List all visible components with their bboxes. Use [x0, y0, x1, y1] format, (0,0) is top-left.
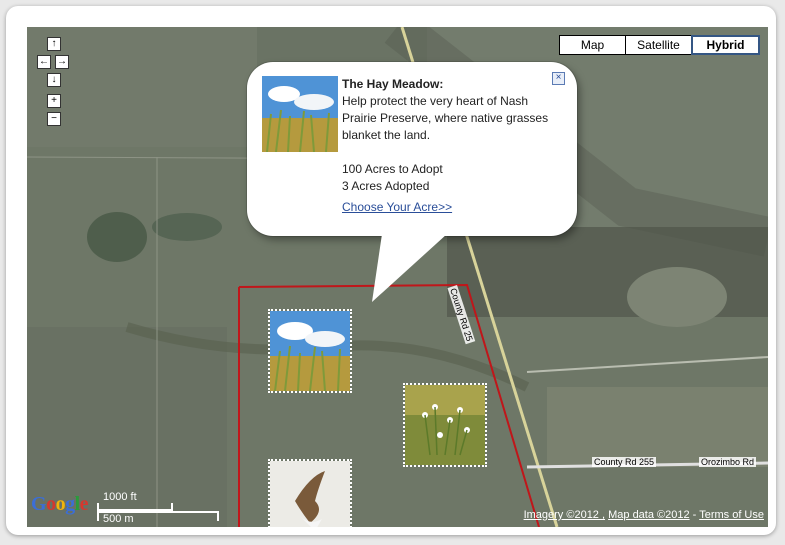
- choose-acre-link[interactable]: Choose Your Acre>>: [342, 199, 562, 216]
- copyright-notice: Imagery ©2012 , Map data ©2012 - Terms o…: [524, 509, 764, 521]
- marker-wildflower[interactable]: [403, 383, 487, 467]
- pan-down-button[interactable]: ↓: [47, 73, 61, 87]
- info-window: × The Hay Meadow: Help protect the very …: [247, 62, 577, 302]
- info-window-content: The Hay Meadow: Help protect the very he…: [342, 76, 562, 216]
- scale-bar: 1000 ft 500 m: [97, 491, 219, 525]
- map-type-satellite-button[interactable]: Satellite: [625, 35, 692, 55]
- map-type-map-button[interactable]: Map: [559, 35, 626, 55]
- map-frame: County Rd 255 Orozimbo Rd County Rd 25 ↑…: [6, 6, 776, 535]
- copyright-separator: -: [692, 509, 697, 521]
- zoom-out-button[interactable]: −: [47, 112, 61, 126]
- scale-feet-bar: [97, 503, 173, 511]
- wildflower-image: [405, 385, 485, 465]
- map-type-control: Map Satellite Hybrid: [559, 35, 760, 55]
- imagery-credit-link[interactable]: Imagery ©2012 ,: [524, 509, 605, 521]
- map-data-credit-link[interactable]: Map data ©2012: [608, 509, 690, 521]
- marker-bird[interactable]: [268, 459, 352, 527]
- zoom-in-button[interactable]: +: [47, 94, 61, 108]
- pan-up-button[interactable]: ↑: [47, 37, 61, 51]
- info-window-description: Help protect the very heart of Nash Prai…: [342, 94, 549, 142]
- scale-feet-label: 1000 ft: [103, 491, 137, 503]
- pan-left-button[interactable]: ←: [37, 55, 51, 69]
- map-type-hybrid-button[interactable]: Hybrid: [691, 35, 760, 55]
- pan-right-button[interactable]: →: [55, 55, 69, 69]
- acres-to-adopt: 100 Acres to Adopt: [342, 162, 443, 176]
- map-viewport[interactable]: County Rd 255 Orozimbo Rd County Rd 25 ↑…: [27, 27, 768, 527]
- grass-sky-image: [262, 76, 338, 153]
- bird-image: [270, 461, 350, 527]
- acres-adopted: 3 Acres Adopted: [342, 179, 430, 193]
- google-logo: Google: [31, 493, 89, 515]
- scale-meters-label: 500 m: [103, 513, 134, 525]
- road-label-orozimbo: Orozimbo Rd: [699, 457, 757, 467]
- terms-of-use-link[interactable]: Terms of Use: [699, 509, 764, 521]
- grass-sky-image: [270, 311, 350, 391]
- info-window-title: The Hay Meadow:: [342, 77, 444, 91]
- road-label-county-rd-255: County Rd 255: [592, 457, 657, 467]
- hay-meadow-thumbnail: [262, 76, 338, 153]
